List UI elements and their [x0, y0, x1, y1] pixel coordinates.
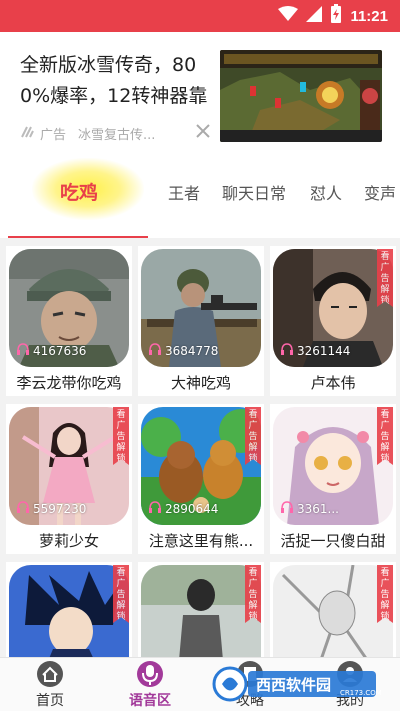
tab-duiren[interactable]: 怼人 [310, 180, 342, 204]
play-count-value: 3361... [297, 501, 339, 516]
category-tabs: 吃鸡 王者 聊天日常 怼人 变声 [0, 150, 400, 238]
microphone-icon [136, 660, 164, 688]
play-count: 4167636 [16, 342, 86, 359]
wifi-icon [278, 6, 299, 26]
voice-card[interactable]: 4167636 李云龙带你吃鸡 [6, 246, 132, 396]
headphones-icon [280, 500, 294, 517]
card-title: 卢本伟 [310, 374, 356, 392]
card-thumbnail [273, 565, 393, 657]
headphones-icon [148, 342, 162, 359]
headphones-icon [148, 500, 162, 517]
play-count-value: 4167636 [33, 343, 87, 358]
play-count-value: 5597230 [33, 501, 87, 516]
voice-pack-grid: 4167636 李云龙带你吃鸡 3684778 大神吃鸡 看广告解锁 32611… [0, 238, 400, 657]
signal-icon [306, 6, 323, 26]
play-count-value: 3261144 [297, 343, 351, 358]
tab-chiji[interactable]: 吃鸡 [60, 178, 98, 205]
play-count: 3261144 [280, 342, 350, 359]
unlock-ribbon: 看广告解锁 [377, 249, 393, 307]
app-screen: 11:21 全新版冰雪传奇，800%爆率，12转神器靠 广告 冰雪复古传... [0, 0, 400, 711]
card-thumbnail [9, 565, 129, 657]
home-icon [36, 660, 64, 688]
site-watermark-logo: 西西软件园 CR173.COM [212, 665, 382, 703]
play-count: 3684778 [148, 342, 218, 359]
unlock-ribbon: 看广告解锁 [377, 565, 393, 623]
ad-slash-icon [20, 126, 34, 142]
voice-card[interactable]: 看广告解锁 3361... 活捉一只傻白甜 [270, 404, 396, 554]
play-count: 5597230 [16, 500, 86, 517]
close-icon[interactable] [196, 122, 210, 143]
headphones-icon [16, 342, 30, 359]
unlock-ribbon: 看广告解锁 [245, 407, 261, 465]
unlock-ribbon: 看广告解锁 [113, 407, 129, 465]
unlock-ribbon: 看广告解锁 [245, 565, 261, 623]
play-count: 2890644 [148, 500, 218, 517]
voice-card[interactable]: 看广告解锁 [270, 562, 396, 657]
ad-source: 冰雪复古传... [78, 128, 156, 143]
unlock-ribbon: 看广告解锁 [377, 407, 393, 465]
svg-text:西西软件园: 西西软件园 [256, 676, 331, 694]
nav-voice-zone[interactable]: 语音区 [100, 658, 200, 711]
ad-banner[interactable]: 全新版冰雪传奇，800%爆率，12转神器靠 广告 冰雪复古传... [0, 32, 400, 150]
status-bar: 11:21 [0, 0, 400, 32]
card-thumbnail [141, 565, 261, 657]
tab-chat-daily[interactable]: 聊天日常 [222, 180, 286, 204]
battery-icon [330, 4, 342, 28]
card-title: 李云龙带你吃鸡 [16, 374, 122, 392]
svg-text:CR173.COM: CR173.COM [340, 689, 382, 697]
nav-home[interactable]: 首页 [0, 658, 100, 711]
nav-home-label: 首页 [36, 693, 64, 709]
unlock-ribbon: 看广告解锁 [113, 565, 129, 623]
nav-voice-zone-label: 语音区 [129, 693, 171, 709]
status-time: 11:21 [350, 7, 388, 25]
play-count: 3361... [280, 500, 339, 517]
voice-card[interactable]: 看广告解锁 2890644 注意这里有熊... [138, 404, 264, 554]
card-title: 活捉一只傻白甜 [280, 532, 386, 550]
card-title: 大神吃鸡 [170, 374, 231, 392]
ad-meta: 广告 冰雪复古传... [20, 124, 155, 143]
play-count-value: 2890644 [165, 501, 219, 516]
ad-tag: 广告 [40, 128, 67, 143]
tab-voice-change[interactable]: 变声 [364, 180, 396, 204]
voice-card[interactable]: 看广告解锁 5597230 萝莉少女 [6, 404, 132, 554]
ad-title[interactable]: 全新版冰雪传奇，800%爆率，12转神器靠 [20, 50, 216, 112]
card-title: 注意这里有熊... [148, 532, 254, 550]
headphones-icon [280, 342, 294, 359]
tab-wangzhe[interactable]: 王者 [168, 180, 200, 204]
voice-card[interactable]: 看广告解锁 3261144 卢本伟 [270, 246, 396, 396]
voice-card[interactable]: 看广告解锁 [6, 562, 132, 657]
headphones-icon [16, 500, 30, 517]
card-title: 萝莉少女 [38, 532, 99, 550]
voice-card[interactable]: 3684778 大神吃鸡 [138, 246, 264, 396]
play-count-value: 3684778 [165, 343, 219, 358]
ad-image[interactable] [220, 50, 382, 142]
voice-card[interactable]: 看广告解锁 [138, 562, 264, 657]
